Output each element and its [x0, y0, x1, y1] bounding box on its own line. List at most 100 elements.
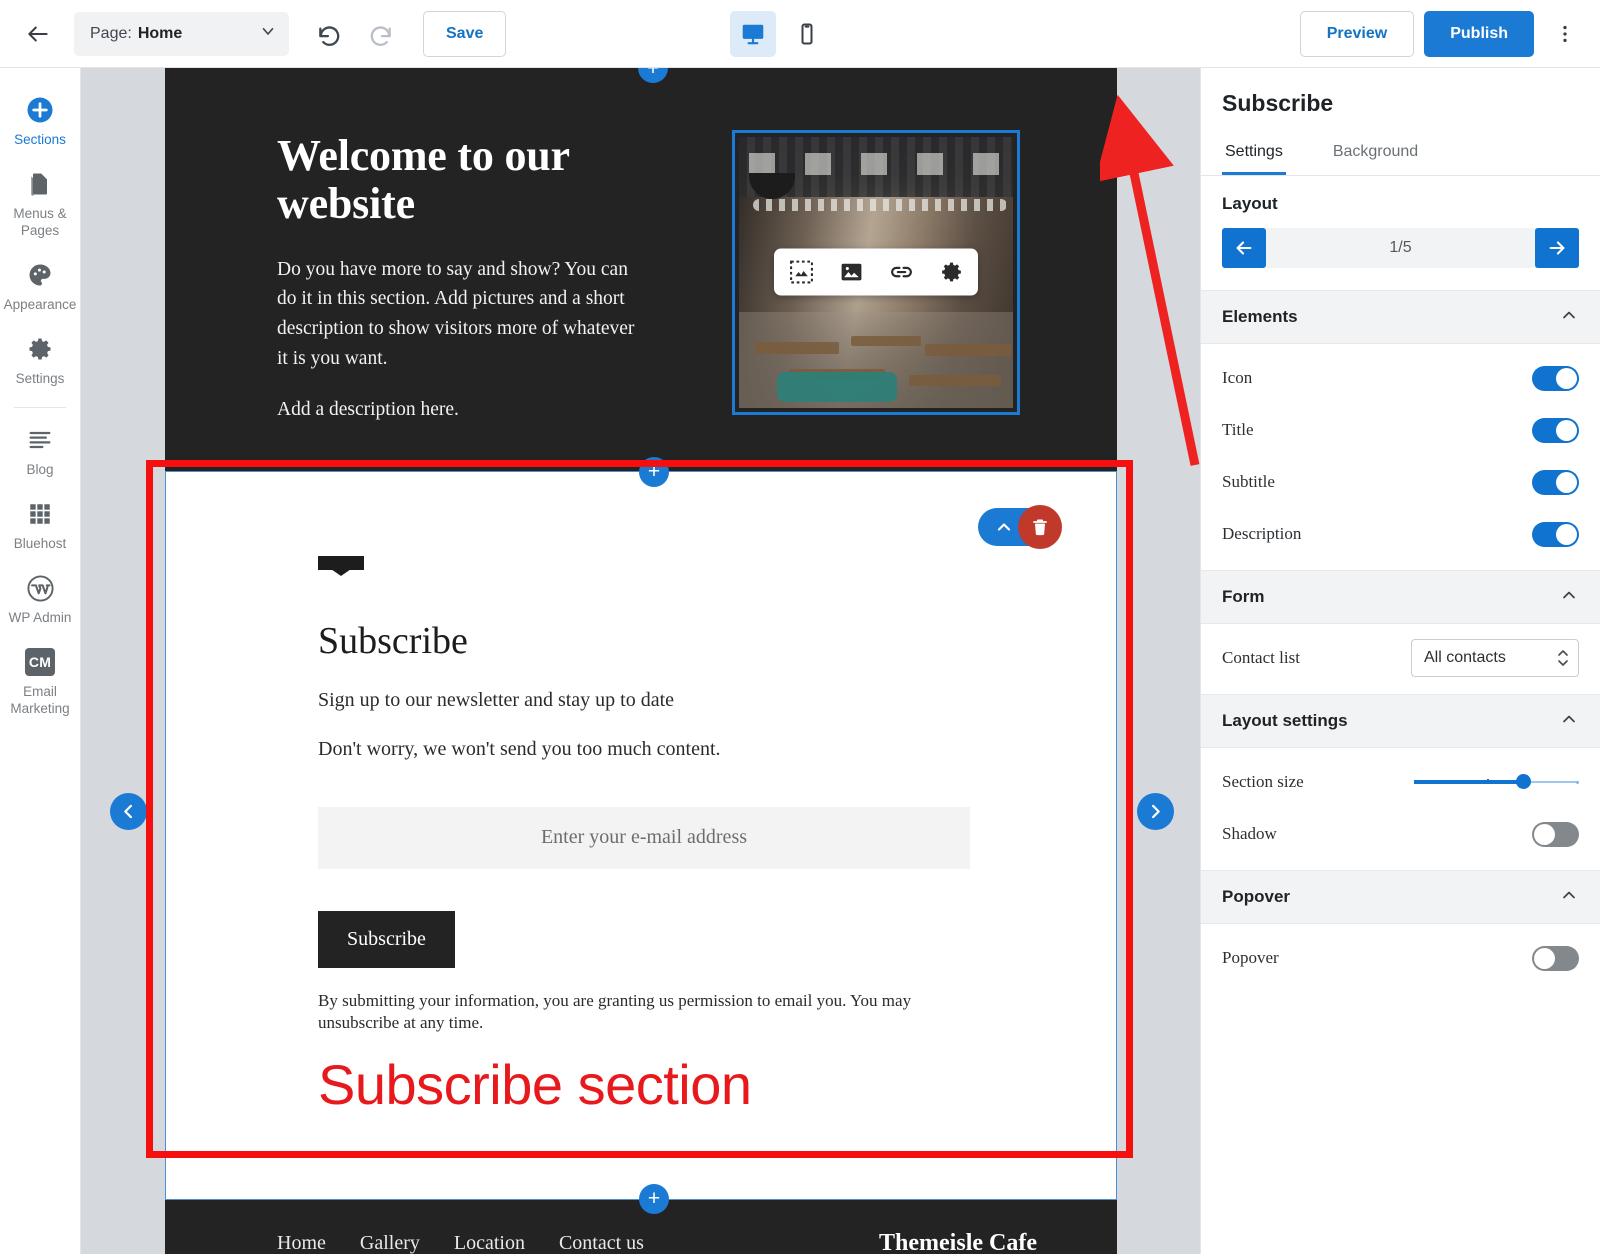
contact-list-value: All contacts	[1424, 649, 1506, 666]
subscribe-title[interactable]: Subscribe	[318, 619, 1116, 663]
elements-section-header[interactable]: Elements	[1201, 290, 1600, 344]
next-layout-button[interactable]	[1137, 793, 1174, 830]
wordpress-icon	[26, 573, 55, 603]
hero-section[interactable]: + Welcome to our website Do you have mor…	[165, 68, 1117, 471]
previous-layout-button[interactable]	[110, 793, 147, 830]
add-section-bottom-button[interactable]: +	[639, 1183, 669, 1214]
sidebar-item-label: WP Admin	[8, 610, 72, 625]
panel-tabs: Settings Background	[1201, 137, 1600, 176]
description-toggle[interactable]	[1532, 521, 1579, 547]
subtitle-toggle[interactable]	[1532, 469, 1579, 495]
page-selector[interactable]: Page: Home	[74, 11, 289, 56]
footer-link-gallery[interactable]: Gallery	[360, 1232, 420, 1254]
pages-icon	[26, 169, 54, 199]
tab-settings[interactable]: Settings	[1222, 137, 1286, 175]
link-icon	[890, 266, 912, 277]
sidebar-item-label: Email Marketing	[10, 684, 70, 716]
popover-toggle[interactable]	[1532, 945, 1579, 971]
row-subtitle-toggle: Subtitle	[1201, 456, 1600, 508]
image-settings-button[interactable]	[932, 253, 970, 291]
section-size-slider[interactable]	[1414, 772, 1579, 792]
delete-section-button[interactable]	[1018, 504, 1062, 549]
undo-button[interactable]	[307, 12, 351, 56]
email-input[interactable]: Enter your e-mail address	[318, 806, 970, 869]
sidebar-item-label: Appearance	[3, 297, 77, 312]
subscribe-submit-button[interactable]: Subscribe	[318, 910, 455, 968]
layout-settings-heading: Layout settings	[1222, 711, 1348, 730]
preview-button[interactable]: Preview	[1299, 11, 1415, 57]
hero-description[interactable]: Add a description here.	[277, 395, 635, 425]
mobile-view-button[interactable]	[784, 11, 830, 57]
sidebar-item-wp-admin[interactable]: WP Admin	[0, 562, 80, 636]
back-button[interactable]	[14, 10, 62, 58]
subscribe-description[interactable]: Don't worry, we won't send you too much …	[318, 738, 1116, 761]
image-placeholder-icon	[789, 260, 813, 284]
section-size-label: Section size	[1222, 772, 1304, 791]
chevron-up-icon	[1559, 885, 1579, 910]
row-title-toggle: Title	[1201, 404, 1600, 456]
replace-image-button[interactable]	[832, 253, 870, 291]
popover-heading: Popover	[1222, 887, 1291, 906]
cm-badge-text: CM	[25, 648, 55, 676]
image-edit-toolbar	[774, 248, 978, 296]
kebab-menu-icon	[1563, 25, 1567, 43]
sidebar-item-appearance[interactable]: Appearance	[0, 249, 80, 323]
image-placeholder-button[interactable]	[782, 253, 820, 291]
tab-background[interactable]: Background	[1330, 137, 1421, 175]
subscribe-subtitle[interactable]: Sign up to our newsletter and stay up to…	[318, 689, 1116, 712]
hero-paragraph[interactable]: Do you have more to say and show? You ca…	[277, 255, 635, 374]
sidebar-item-menus-pages[interactable]: Menus & Pages	[0, 158, 80, 249]
sidebar-item-blog[interactable]: Blog	[0, 414, 80, 488]
top-toolbar: Page: Home Save Preview Publish	[0, 0, 1600, 68]
elements-rows: Icon Title Subtitle Description	[1201, 344, 1600, 570]
contact-list-select[interactable]: All contacts	[1411, 639, 1579, 677]
stepper-arrows-icon	[1556, 647, 1570, 669]
subscribe-section[interactable]: + Subscribe Sign up to our newsletter an…	[165, 456, 1117, 1214]
title-toggle[interactable]	[1532, 417, 1579, 443]
footer-link-home[interactable]: Home	[277, 1232, 326, 1254]
footer-brand: Themeisle Cafe	[879, 1230, 1037, 1254]
row-shadow: Shadow	[1201, 808, 1600, 860]
chevron-left-icon	[124, 804, 132, 819]
panel-title: Subscribe	[1222, 90, 1334, 116]
footer-link-contact-us[interactable]: Contact us	[559, 1232, 644, 1254]
save-button[interactable]: Save	[423, 10, 507, 57]
sidebar-item-settings[interactable]: Settings	[0, 323, 80, 397]
palette-icon	[26, 260, 54, 290]
popover-section-header[interactable]: Popover	[1201, 870, 1600, 924]
layout-settings-section-header[interactable]: Layout settings	[1201, 694, 1600, 748]
shadow-toggle[interactable]	[1532, 821, 1579, 847]
more-options-button[interactable]	[1544, 11, 1586, 57]
hero-image-frame[interactable]	[732, 130, 1020, 415]
app-root: Page: Home Save Preview Publish Sections…	[0, 0, 1600, 1254]
form-section-header[interactable]: Form	[1201, 570, 1600, 624]
add-section-top-subscribe-button[interactable]: +	[639, 456, 669, 487]
add-section-top-hero-button[interactable]: +	[638, 68, 668, 83]
sidebar-item-sections[interactable]: Sections	[0, 84, 80, 158]
mobile-icon	[801, 23, 813, 45]
redo-button[interactable]	[359, 12, 403, 56]
form-rows: Contact list All contacts	[1201, 624, 1600, 694]
sidebar-item-label: Blog	[26, 462, 54, 477]
sidebar-item-label: Sections	[14, 132, 66, 147]
hero-heading[interactable]: Welcome to our website	[277, 131, 635, 229]
form-heading: Form	[1222, 587, 1265, 606]
row-section-size: Section size	[1201, 756, 1600, 808]
icon-toggle[interactable]	[1532, 365, 1579, 391]
sidebar-item-email-marketing[interactable]: CM Email Marketing	[0, 636, 80, 727]
publish-button[interactable]: Publish	[1424, 11, 1534, 57]
desktop-view-button[interactable]	[730, 11, 776, 57]
arrow-right-icon	[1549, 241, 1565, 255]
layout-next-button[interactable]	[1535, 228, 1579, 268]
image-link-button[interactable]	[882, 253, 920, 291]
layout-prev-button[interactable]	[1222, 228, 1266, 268]
sidebar-item-bluehost[interactable]: Bluehost	[0, 488, 80, 562]
text-lines-icon	[26, 425, 54, 455]
row-contact-list: Contact list All contacts	[1201, 632, 1600, 684]
popover-label: Popover	[1222, 948, 1279, 967]
redo-icon	[370, 25, 391, 46]
chevron-down-icon	[259, 22, 277, 45]
layout-group: Layout 1/5	[1201, 176, 1600, 290]
layout-settings-rows: Section size Shadow	[1201, 748, 1600, 870]
footer-link-location[interactable]: Location	[454, 1232, 525, 1254]
